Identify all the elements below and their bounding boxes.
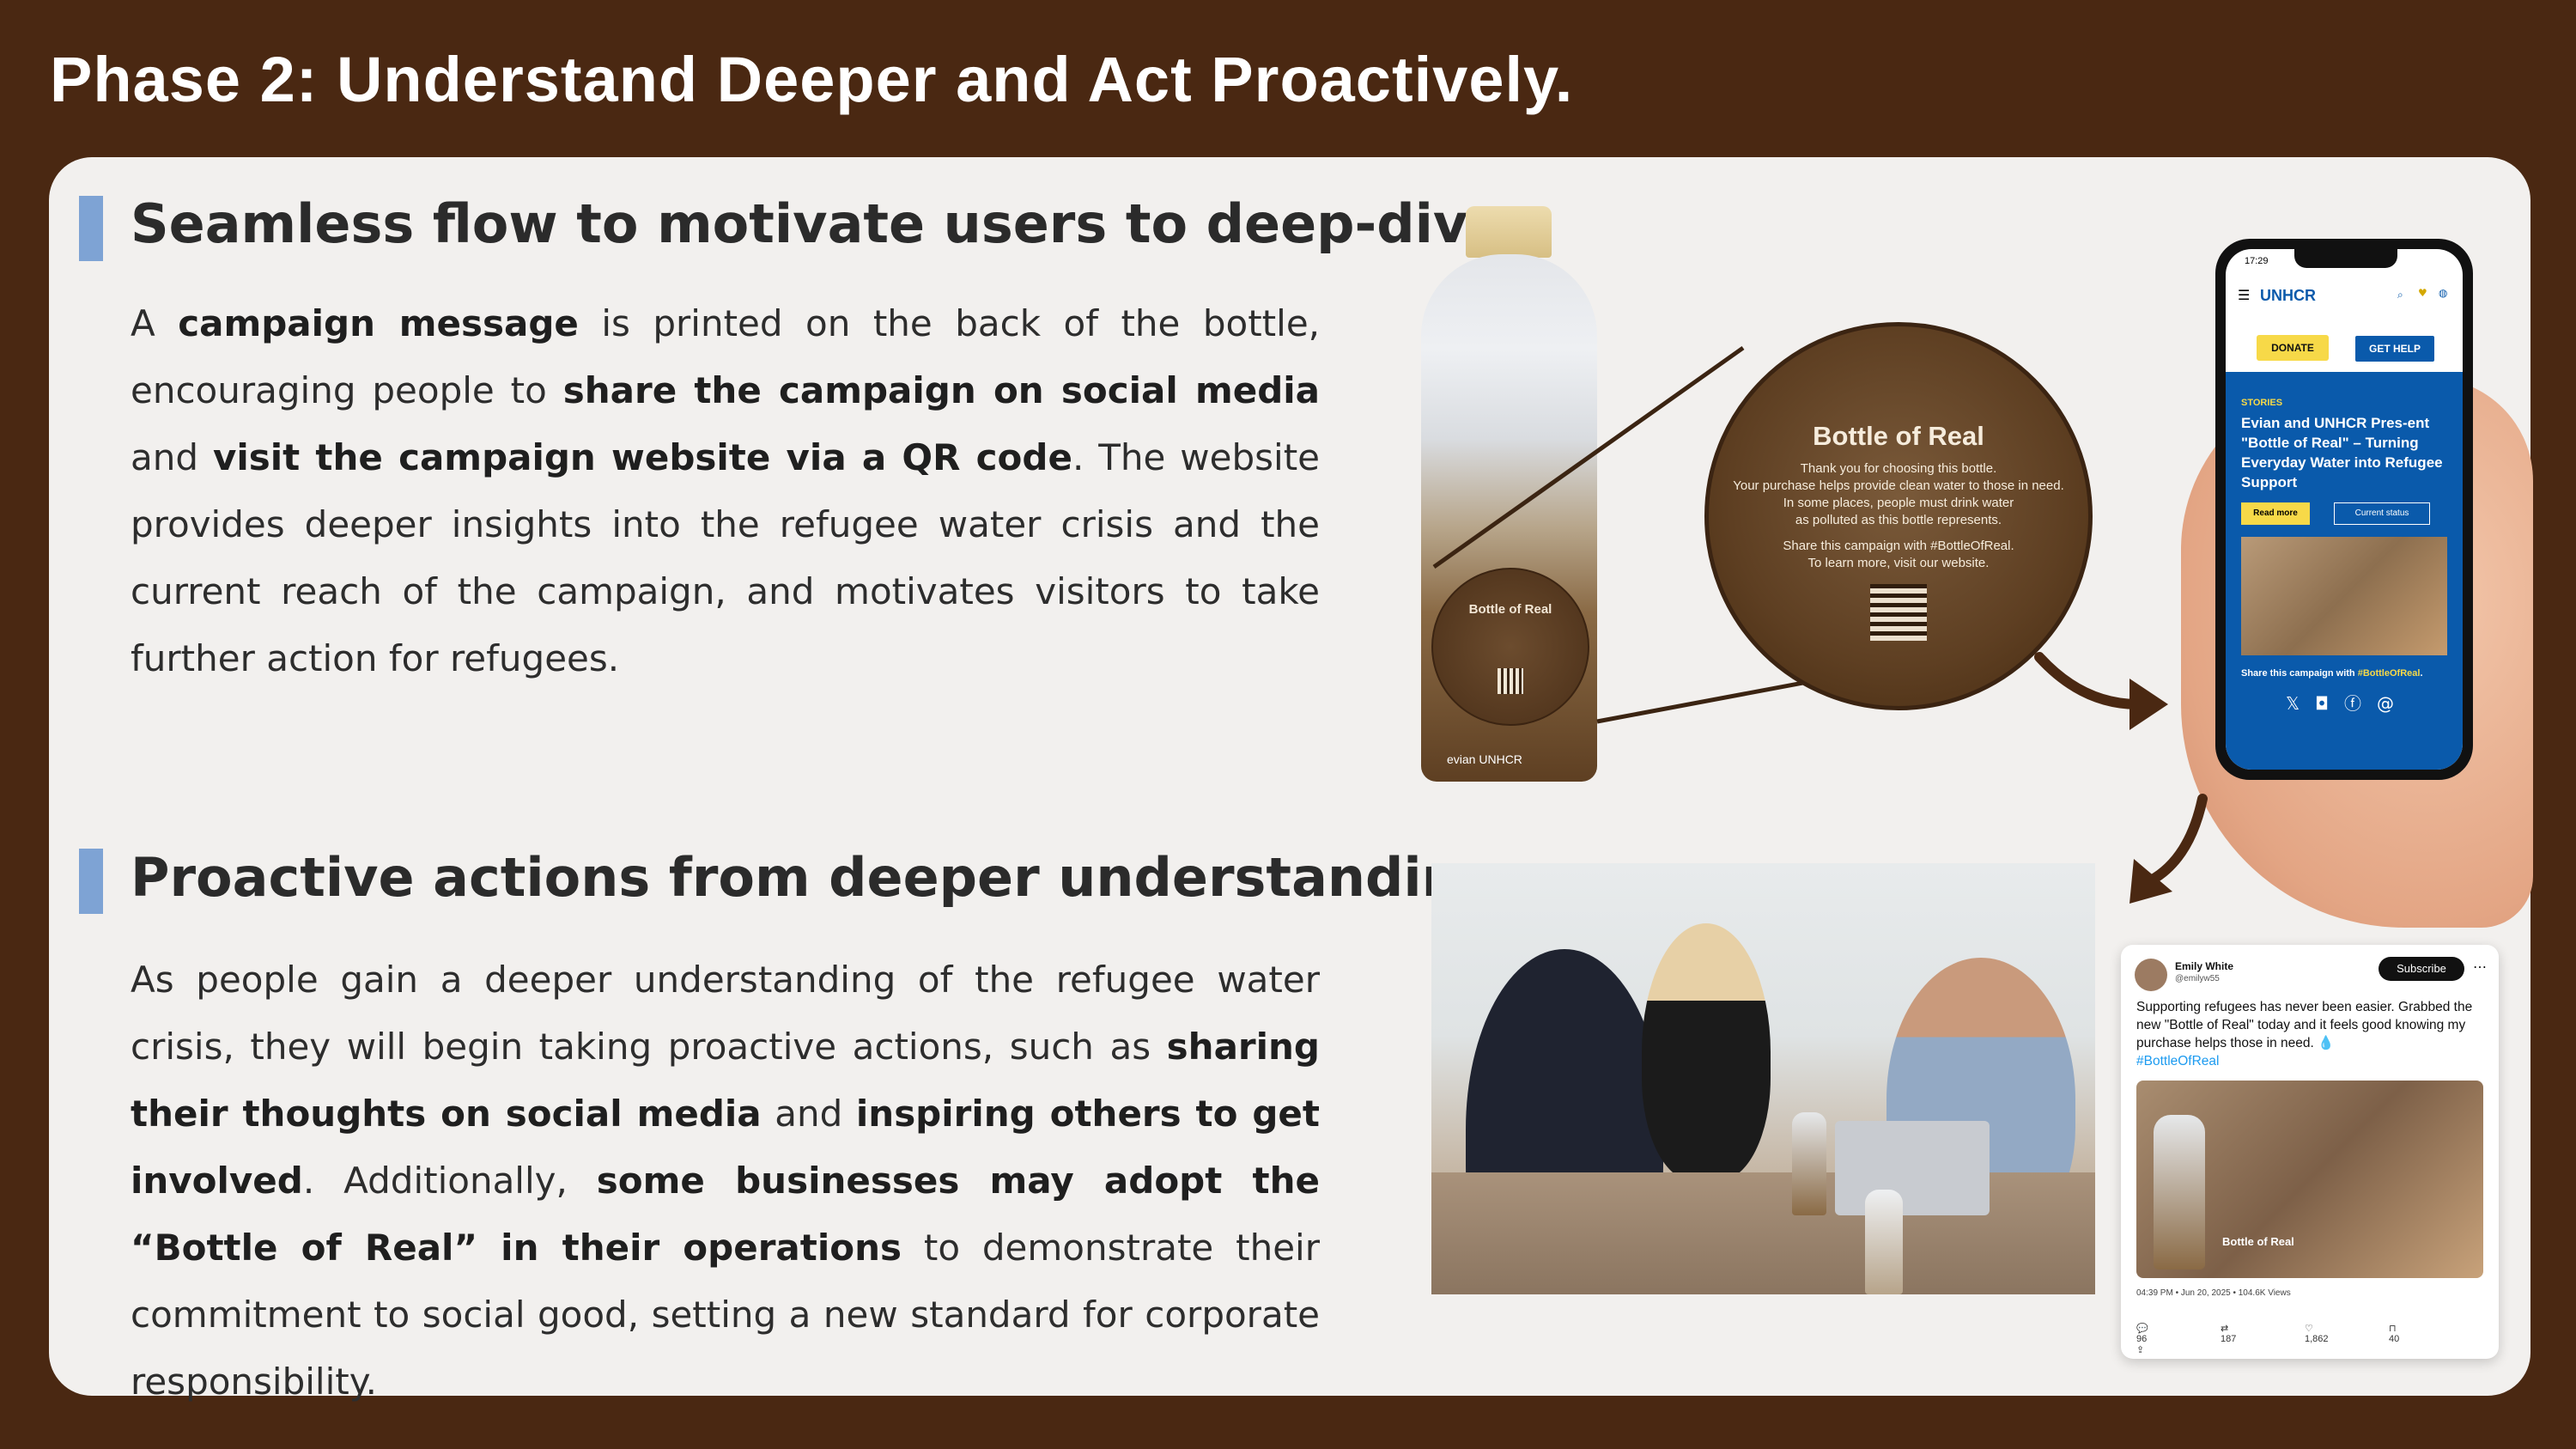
zoom-label-line: as polluted as this bottle represents. <box>1795 513 2002 527</box>
share-prefix: Share this campaign with <box>2241 668 2358 679</box>
phone-mockup: 17:29 ☰ UNHCR ⌕ ♥ ◍ DONATE GET HELP STOR… <box>2215 239 2473 780</box>
heart-icon[interactable]: ♥ <box>2418 287 2427 299</box>
zoom-label-line: In some places, people must drink water <box>1783 496 2014 510</box>
emphasis-text: campaign message <box>178 302 579 344</box>
person-center <box>1642 923 1771 1181</box>
body-text-run: and <box>761 1093 856 1135</box>
menu-icon[interactable]: ☰ <box>2238 287 2250 303</box>
repost-button[interactable]: ⇄ 187 <box>2221 1323 2305 1344</box>
meeting-photo <box>1431 863 2095 1294</box>
zoom-label-line: To learn more, visit our website. <box>1807 556 1990 570</box>
qr-code-icon <box>1870 584 1927 641</box>
body-text-run: A <box>131 302 179 344</box>
body-text-run: and <box>131 436 213 478</box>
emphasis-text: visit the campaign website via a QR code <box>212 436 1072 478</box>
section-accent-bar <box>79 196 103 261</box>
unhcr-logo: UNHCR <box>2260 287 2316 304</box>
story-panel: STORIES Evian and UNHCR Pres-ent "Bottle… <box>2226 372 2463 770</box>
post-image[interactable]: Bottle of Real <box>2136 1081 2483 1278</box>
post-author-handle[interactable]: @emilyw55 <box>2175 974 2220 983</box>
like-button[interactable]: ♡ 1,862 <box>2305 1323 2389 1344</box>
post-image-label: Bottle of Real <box>2222 1235 2294 1248</box>
body-text-run: As people gain a deeper understanding of… <box>131 959 1320 1068</box>
share-icon[interactable]: ⇪ <box>2136 1344 2154 1355</box>
share-campaign-text: Share this campaign with #BottleOfReal. <box>2241 668 2423 679</box>
reply-icon: 💬 <box>2136 1324 2148 1334</box>
get-help-button[interactable]: GET HELP <box>2354 335 2435 362</box>
zoom-label-line: Your purchase helps provide clean water … <box>1733 478 2064 493</box>
phone-time: 17:29 <box>2245 256 2269 266</box>
laptop <box>1835 1121 1990 1215</box>
post-actions: 💬 96⇄ 187♡ 1,862⊓ 40⇪ <box>2136 1323 2488 1355</box>
arrow-to-phone-icon <box>2034 652 2168 730</box>
current-status-button[interactable]: Current status <box>2334 502 2430 525</box>
social-icons: 𝕏◘ⓕ@ <box>2286 690 2409 715</box>
like-count: 1,862 <box>2305 1334 2329 1344</box>
x-icon[interactable]: 𝕏 <box>2286 693 2315 714</box>
photo-bottle <box>1792 1112 1826 1215</box>
reply-count: 96 <box>2136 1334 2148 1344</box>
share-suffix: . <box>2420 668 2423 679</box>
post-body: Supporting refugees has never been easie… <box>2136 1000 2473 1050</box>
bottle-cap <box>1466 206 1552 258</box>
reply-button[interactable]: 💬 96 <box>2136 1323 2221 1344</box>
instagram-icon[interactable]: ◘ <box>2315 693 2344 714</box>
body-text-run: . Additionally, <box>302 1160 597 1202</box>
post-text: Supporting refugees has never been easie… <box>2136 998 2488 1070</box>
section-title-deep-dive: Seamless flow to motivate users to deep-… <box>131 192 1504 255</box>
story-image <box>2241 537 2447 655</box>
page-title: Phase 2: Understand Deeper and Act Proac… <box>50 44 1574 115</box>
social-post-card: Emily White @emilyw55 Subscribe ⋯ Suppor… <box>2121 945 2499 1359</box>
phone-screen: 17:29 ☰ UNHCR ⌕ ♥ ◍ DONATE GET HELP STOR… <box>2226 249 2463 770</box>
heart-icon: ♡ <box>2305 1324 2313 1334</box>
bookmark-button[interactable]: ⊓ 40 <box>2389 1323 2473 1344</box>
stories-label: STORIES <box>2241 398 2283 408</box>
arrow-to-tweet-icon <box>2129 794 2208 904</box>
zoom-label-line: Thank you for choosing this bottle. <box>1800 461 1997 476</box>
donate-button[interactable]: DONATE <box>2257 335 2329 361</box>
more-options-icon[interactable]: ⋯ <box>2473 959 2487 976</box>
bookmark-count: 40 <box>2389 1334 2400 1344</box>
search-icon[interactable]: ⌕ <box>2397 289 2403 301</box>
avatar[interactable] <box>2135 959 2167 991</box>
repost-count: 187 <box>2221 1334 2237 1344</box>
zoom-label-spacer <box>1709 529 2088 538</box>
story-headline[interactable]: Evian and UNHCR Pres-ent "Bottle of Real… <box>2241 413 2447 492</box>
post-author-name[interactable]: Emily White <box>2175 960 2233 972</box>
section-body-deep-dive: A campaign message is printed on the bac… <box>131 290 1320 692</box>
post-image-bottle <box>2154 1115 2205 1269</box>
globe-icon[interactable]: ◍ <box>2439 287 2447 299</box>
facebook-icon[interactable]: ⓕ <box>2344 693 2377 714</box>
table <box>1431 1172 2095 1294</box>
zoom-label-title: Bottle of Real <box>1813 421 1984 451</box>
zoom-label-line: Share this campaign with #BottleOfReal. <box>1783 539 2014 553</box>
post-meta: 04:39 PM • Jun 20, 2025 • 104.6K Views <box>2136 1288 2291 1298</box>
section-title-proactive: Proactive actions from deeper understand… <box>131 846 1498 909</box>
subscribe-button[interactable]: Subscribe <box>2379 957 2464 981</box>
threads-icon[interactable]: @ <box>2377 693 2409 714</box>
post-hashtag[interactable]: #BottleOfReal <box>2136 1054 2220 1068</box>
section-accent-bar <box>79 849 103 914</box>
emphasis-text: share the campaign on social media <box>562 369 1320 411</box>
share-hashtag[interactable]: #BottleOfReal <box>2358 668 2421 679</box>
repost-icon: ⇄ <box>2221 1324 2229 1334</box>
bookmark-icon: ⊓ <box>2389 1324 2397 1334</box>
section-body-proactive: As people gain a deeper understanding of… <box>131 947 1320 1416</box>
photo-bottle <box>1865 1190 1903 1294</box>
phone-notch <box>2294 249 2397 268</box>
read-more-button[interactable]: Read more <box>2241 502 2310 525</box>
